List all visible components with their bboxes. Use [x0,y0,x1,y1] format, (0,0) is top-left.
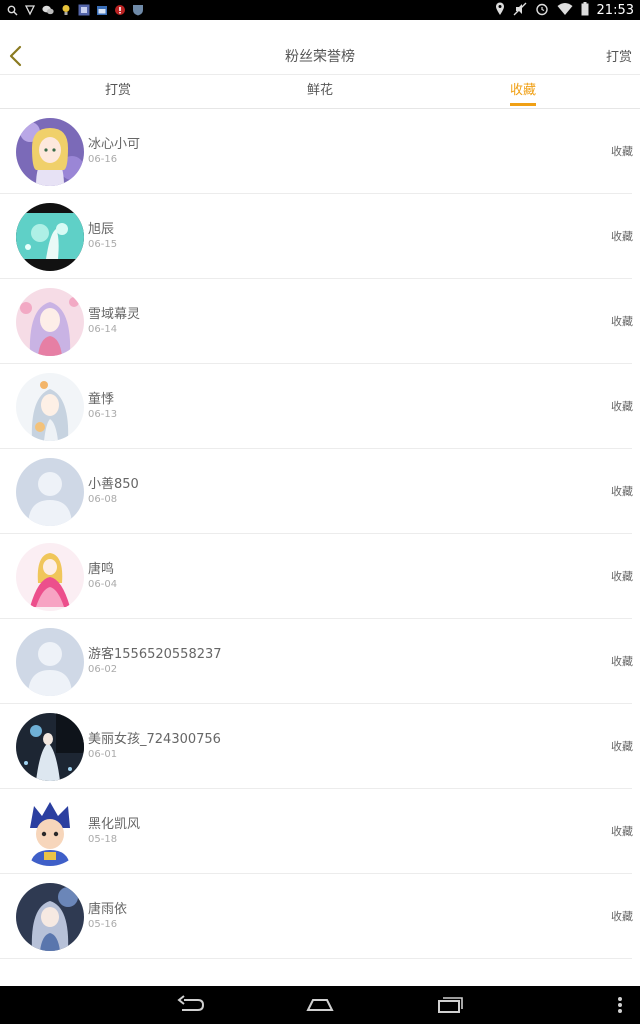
default-avatar-icon [16,458,84,526]
action-label: 收藏 [611,740,633,753]
list-item[interactable]: 游客1556520558237 06-02 收藏 [0,619,633,704]
avatar [16,288,84,356]
user-name: 美丽女孩_724300756 [88,732,221,747]
user-name: 雪域幕灵 [88,307,141,322]
action-label: 收藏 [611,485,633,498]
home-icon [306,999,334,1011]
app-header: 粉丝荣誉榜 打赏 [0,20,640,75]
list-item[interactable]: 唐雨依 05-16 收藏 [0,874,633,959]
action-label: 收藏 [611,655,633,668]
tab-reward[interactable]: 打赏 [88,75,148,108]
action-label: 收藏 [611,315,633,328]
favorite-date: 05-16 [88,919,118,930]
favorite-date: 06-15 [88,239,118,250]
user-name: 唐鸣 [88,562,115,577]
action-label: 收藏 [611,230,633,243]
wechat-icon [42,4,54,16]
recents-nav-button[interactable] [436,992,466,1022]
list-item[interactable]: 美丽女孩_724300756 06-01 收藏 [0,704,633,789]
reward-button[interactable]: 打赏 [606,46,632,65]
action-label: 收藏 [611,910,633,923]
default-avatar-icon [16,628,84,696]
favorite-date: 06-08 [88,494,118,505]
favorite-date: 06-04 [88,579,118,590]
clock-time: 21:53 [596,2,634,18]
action-label: 收藏 [611,825,633,838]
user-name: 童悸 [88,392,115,407]
mute-icon [513,1,527,20]
alert-icon [114,4,126,16]
user-name: 冰心小可 [88,137,141,152]
favorite-date: 06-01 [88,749,118,760]
user-name: 游客1556520558237 [88,647,222,662]
system-status: 21:53 [495,0,634,20]
battery-icon [581,1,589,20]
list-item[interactable]: 冰心小可 06-16 收藏 [0,109,633,194]
favorite-date: 06-02 [88,664,118,675]
action-label: 收藏 [611,400,633,413]
list-item[interactable]: 童悸 06-13 收藏 [0,364,633,449]
calendar-icon [96,4,108,16]
avatar [16,203,84,271]
avatar [16,118,84,186]
menu-nav-button[interactable] [616,992,624,1022]
home-nav-button[interactable] [305,992,335,1022]
alarm-icon [535,1,549,20]
page-title: 粉丝荣誉榜 [285,49,355,65]
avatar [16,713,84,781]
list-item[interactable]: 雪域幕灵 06-14 收藏 [0,279,633,364]
avatar [16,543,84,611]
list-item[interactable]: 小善850 06-08 收藏 [0,449,633,534]
location-icon [495,1,505,20]
user-name: 旭辰 [88,222,115,237]
favorite-date: 06-13 [88,409,118,420]
user-name: 小善850 [88,477,139,492]
action-label: 收藏 [611,570,633,583]
user-name: 黑化凯风 [88,817,141,832]
overflow-menu-icon [618,997,622,1013]
bulb-icon [60,4,72,16]
search-icon [6,4,18,16]
list-item[interactable]: 唐鸣 06-04 收藏 [0,534,633,619]
tab-flowers[interactable]: 鲜花 [290,75,350,108]
favorite-date: 06-14 [88,324,118,335]
list-item[interactable]: 黑化凯风 05-18 收藏 [0,789,633,874]
favorite-date: 06-16 [88,154,118,165]
back-arrow-icon [177,995,205,1011]
avatar [16,373,84,441]
avatar [16,883,84,951]
status-bar: 21:53 [0,0,640,20]
notification-icons [6,2,144,18]
app-icon [78,4,90,16]
shield-icon [24,4,36,16]
fan-list: 冰心小可 06-16 收藏 旭辰 06-15 收藏 雪域幕灵 06-14 收藏 … [0,109,640,959]
back-nav-button[interactable] [176,992,206,1022]
list-item[interactable]: 旭辰 06-15 收藏 [0,194,633,279]
system-nav-bar [0,986,640,1024]
action-label: 收藏 [611,145,633,158]
user-name: 唐雨依 [88,902,128,917]
avatar [16,798,84,866]
recent-apps-icon [438,997,463,1013]
active-tab-indicator [510,103,536,106]
tab-bar: 打赏 鲜花 收藏 [0,75,640,109]
vpn-icon [132,4,144,16]
wifi-icon [557,1,573,20]
favorite-date: 05-18 [88,834,118,845]
